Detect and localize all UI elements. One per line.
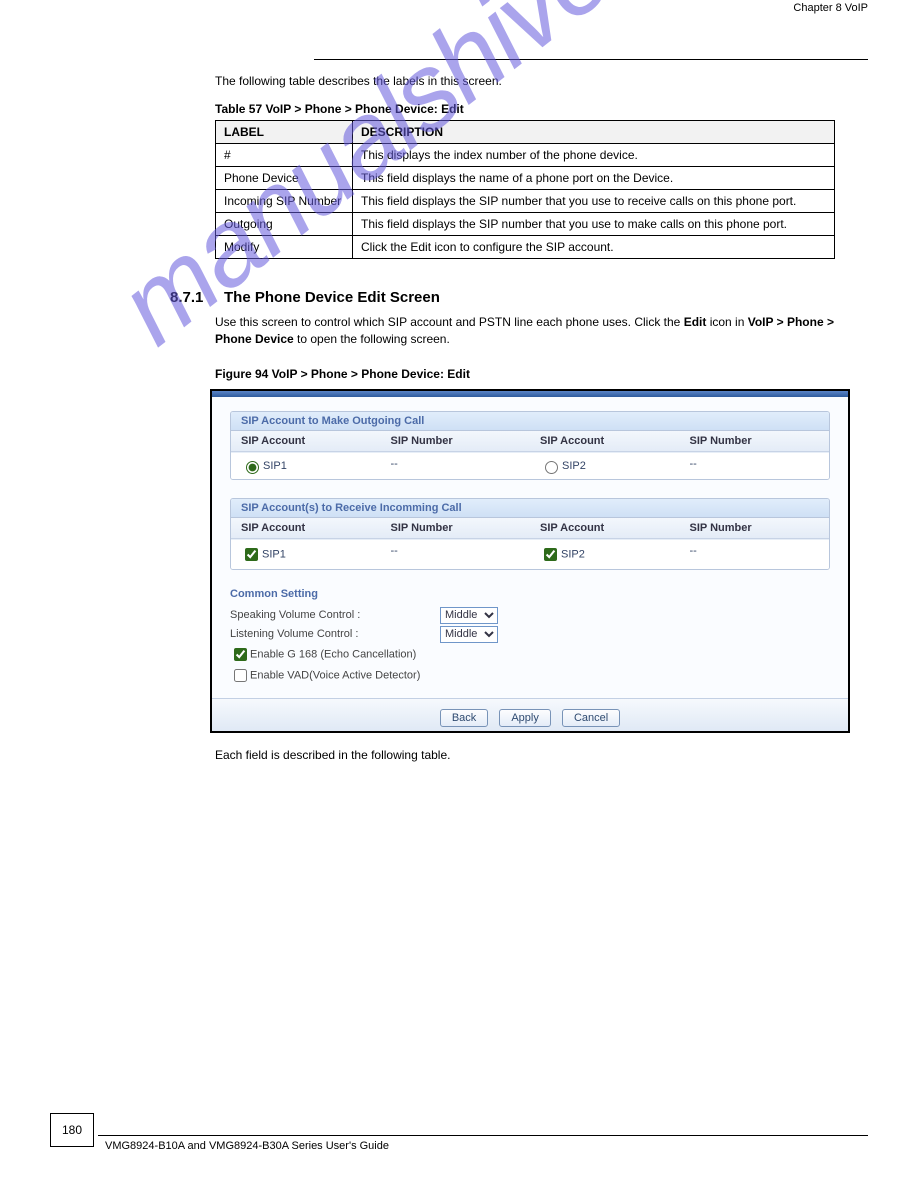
table-row: Incoming SIP NumberThis field displays t… bbox=[216, 190, 835, 213]
col-header-sip-number: SIP Number bbox=[381, 431, 531, 452]
outgoing-label-sip2: SIP2 bbox=[562, 460, 586, 472]
common-setting-heading: Common Setting bbox=[230, 588, 830, 600]
intro-paragraph: The following table describes the labels… bbox=[215, 74, 868, 88]
header-rule bbox=[314, 59, 868, 60]
col-header-sip-account: SIP Account bbox=[231, 518, 381, 539]
incoming-check-sip1[interactable] bbox=[245, 548, 258, 561]
listening-volume-label: Listening Volume Control : bbox=[230, 628, 440, 640]
incoming-label-sip1: SIP1 bbox=[262, 548, 286, 560]
table-header-label: LABEL bbox=[216, 121, 353, 144]
figure-caption: Figure 94 VoIP > Phone > Phone Device: E… bbox=[215, 367, 868, 381]
screenshot-frame: SIP Account to Make Outgoing Call SIP Ac… bbox=[210, 389, 850, 733]
table-row: #This displays the index number of the p… bbox=[216, 144, 835, 167]
label-table-caption: Table 57 VoIP > Phone > Phone Device: Ed… bbox=[215, 102, 868, 116]
speaking-volume-select[interactable]: Middle bbox=[440, 607, 498, 624]
incoming-panel-title: SIP Account(s) to Receive Incomming Call bbox=[231, 499, 829, 518]
table-row: ModifyClick the Edit icon to configure t… bbox=[216, 236, 835, 259]
outgoing-radio-sip2[interactable] bbox=[545, 461, 558, 474]
outgoing-number-sip2: -- bbox=[680, 452, 830, 479]
outgoing-row-sip1[interactable]: SIP1 bbox=[231, 452, 381, 479]
vad-label: Enable VAD(Voice Active Detector) bbox=[250, 669, 420, 681]
listening-volume-row: Listening Volume Control : Middle bbox=[230, 625, 830, 644]
page-number: 180 bbox=[50, 1113, 94, 1147]
incoming-label-sip2: SIP2 bbox=[561, 548, 585, 560]
outgoing-panel: SIP Account to Make Outgoing Call SIP Ac… bbox=[230, 411, 830, 480]
outgoing-label-sip1: SIP1 bbox=[263, 460, 287, 472]
section-body: Use this screen to control which SIP acc… bbox=[215, 314, 868, 349]
outgoing-panel-title: SIP Account to Make Outgoing Call bbox=[231, 412, 829, 431]
vad-row[interactable]: Enable VAD(Voice Active Detector) bbox=[230, 665, 830, 686]
outgoing-radio-sip1[interactable] bbox=[246, 461, 259, 474]
incoming-panel: SIP Account(s) to Receive Incomming Call… bbox=[230, 498, 830, 570]
table-header-description: DESCRIPTION bbox=[353, 121, 835, 144]
g168-row[interactable]: Enable G 168 (Echo Cancellation) bbox=[230, 644, 830, 665]
page-footer: 180 VMG8924-B10A and VMG8924-B30A Series… bbox=[50, 1135, 868, 1152]
speaking-volume-row: Speaking Volume Control : Middle bbox=[230, 606, 830, 625]
incoming-number-sip2: -- bbox=[680, 539, 830, 569]
vad-checkbox[interactable] bbox=[234, 669, 247, 682]
col-header-sip-account: SIP Account bbox=[530, 431, 680, 452]
speaking-volume-label: Speaking Volume Control : bbox=[230, 609, 440, 621]
listening-volume-select[interactable]: Middle bbox=[440, 626, 498, 643]
cancel-button[interactable]: Cancel bbox=[562, 709, 620, 727]
table-row: Phone DeviceThis field displays the name… bbox=[216, 167, 835, 190]
table-row: OutgoingThis field displays the SIP numb… bbox=[216, 213, 835, 236]
incoming-row-sip1[interactable]: SIP1 bbox=[231, 539, 381, 569]
button-bar: Back Apply Cancel bbox=[212, 698, 848, 731]
col-header-sip-number: SIP Number bbox=[381, 518, 531, 539]
back-button[interactable]: Back bbox=[440, 709, 488, 727]
post-screenshot-text: Each field is described in the following… bbox=[215, 747, 868, 764]
col-header-sip-account: SIP Account bbox=[530, 518, 680, 539]
col-header-sip-number: SIP Number bbox=[680, 431, 830, 452]
col-header-sip-number: SIP Number bbox=[680, 518, 830, 539]
col-header-sip-account: SIP Account bbox=[231, 431, 381, 452]
section-title: The Phone Device Edit Screen bbox=[224, 289, 440, 306]
section-heading: 8.7.1 The Phone Device Edit Screen bbox=[170, 289, 868, 306]
incoming-check-sip2[interactable] bbox=[544, 548, 557, 561]
outgoing-row-sip2[interactable]: SIP2 bbox=[530, 452, 680, 479]
g168-checkbox[interactable] bbox=[234, 648, 247, 661]
chapter-header: Chapter 8 VoIP bbox=[60, 2, 868, 14]
outgoing-number-sip1: -- bbox=[381, 452, 531, 479]
label-description-table: LABEL DESCRIPTION #This displays the ind… bbox=[215, 120, 835, 259]
g168-label: Enable G 168 (Echo Cancellation) bbox=[250, 648, 416, 660]
incoming-row-sip2[interactable]: SIP2 bbox=[530, 539, 680, 569]
incoming-number-sip1: -- bbox=[381, 539, 531, 569]
section-number: 8.7.1 bbox=[170, 289, 210, 306]
footer-text: VMG8924-B10A and VMG8924-B30A Series Use… bbox=[105, 1136, 868, 1152]
apply-button[interactable]: Apply bbox=[499, 709, 551, 727]
